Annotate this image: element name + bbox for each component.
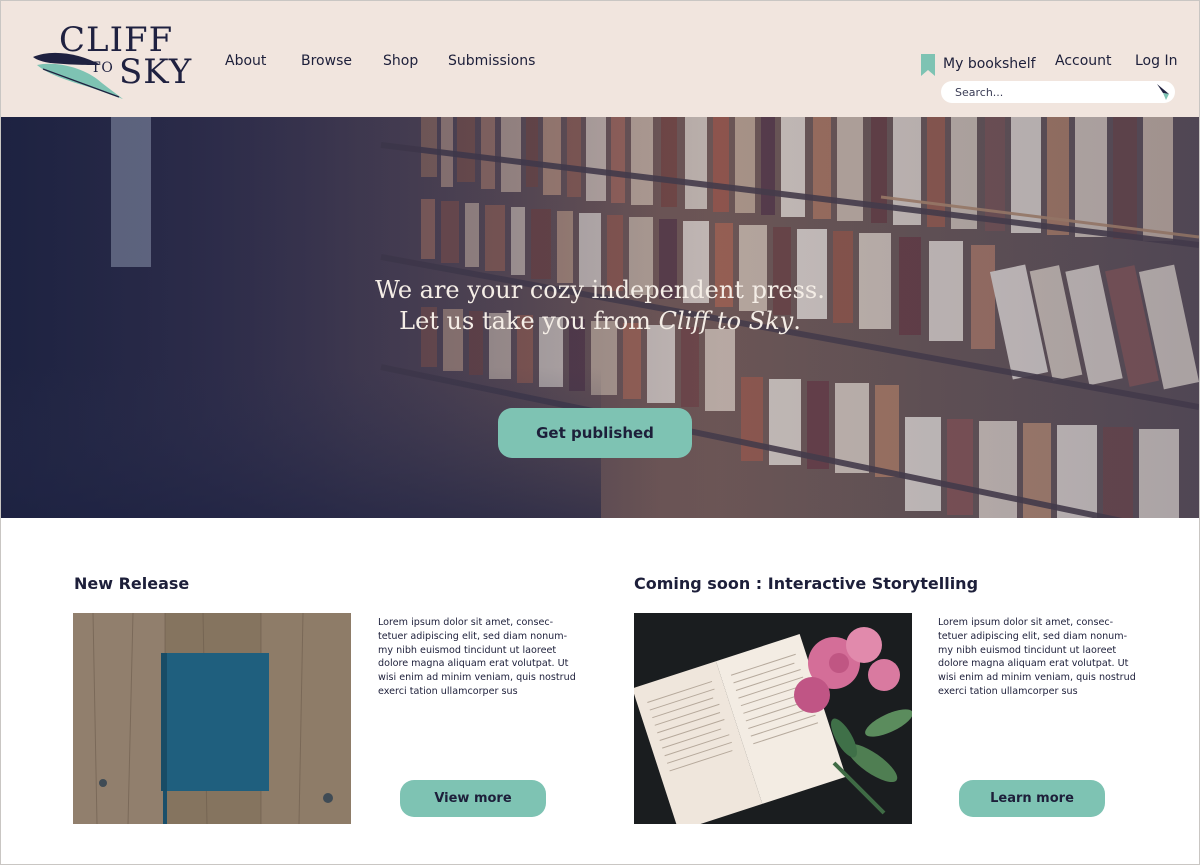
search-input[interactable] xyxy=(955,85,1150,99)
learn-more-button[interactable]: Learn more xyxy=(959,780,1105,817)
site-header: CLIFF TO SKY About Browse Shop Submissio… xyxy=(1,1,1199,117)
new-release-title: New Release xyxy=(74,574,190,593)
nav-shop[interactable]: Shop xyxy=(383,53,418,69)
site-logo[interactable]: CLIFF TO SKY xyxy=(31,21,201,103)
nav-submissions[interactable]: Submissions xyxy=(448,53,535,69)
search-bar xyxy=(941,81,1175,103)
coming-soon-description: Lorem ipsum dolor sit amet, consec-tetue… xyxy=(938,617,1136,697)
nav-about[interactable]: About xyxy=(225,53,266,69)
view-more-button[interactable]: View more xyxy=(400,780,546,817)
account-link[interactable]: Account xyxy=(1055,53,1112,69)
logo-to-text: TO xyxy=(91,60,114,76)
nav-browse[interactable]: Browse xyxy=(301,53,352,69)
open-book-flowers-photo xyxy=(634,613,912,824)
bookmark-icon xyxy=(921,54,935,76)
hero-line-2-brand: Cliff to Sky xyxy=(658,307,794,335)
my-bookshelf-link[interactable]: My bookshelf xyxy=(921,53,1036,76)
my-bookshelf-label: My bookshelf xyxy=(943,56,1036,72)
login-link[interactable]: Log In xyxy=(1135,53,1177,69)
coming-soon-image[interactable] xyxy=(634,613,912,824)
new-release-description: Lorem ipsum dolor sit amet, consec-tetue… xyxy=(378,617,576,697)
hero-line-2-suffix: . xyxy=(793,307,801,335)
logo-sky-text: SKY xyxy=(119,52,193,92)
hero-headline: We are your cozy independent press. Let … xyxy=(1,275,1199,337)
hero-banner: We are your cozy independent press. Let … xyxy=(1,117,1199,518)
coming-soon-title: Coming soon : Interactive Storytelling xyxy=(634,574,979,593)
search-submit-icon[interactable] xyxy=(1157,84,1169,100)
new-release-image[interactable] xyxy=(73,613,351,824)
hero-line-2-prefix: Let us take you from xyxy=(399,307,659,335)
hero-line-2: Let us take you from Cliff to Sky. xyxy=(1,306,1199,337)
get-published-button[interactable]: Get published xyxy=(498,408,692,458)
blue-book-photo xyxy=(73,613,351,824)
hero-line-1: We are your cozy independent press. xyxy=(375,276,825,304)
